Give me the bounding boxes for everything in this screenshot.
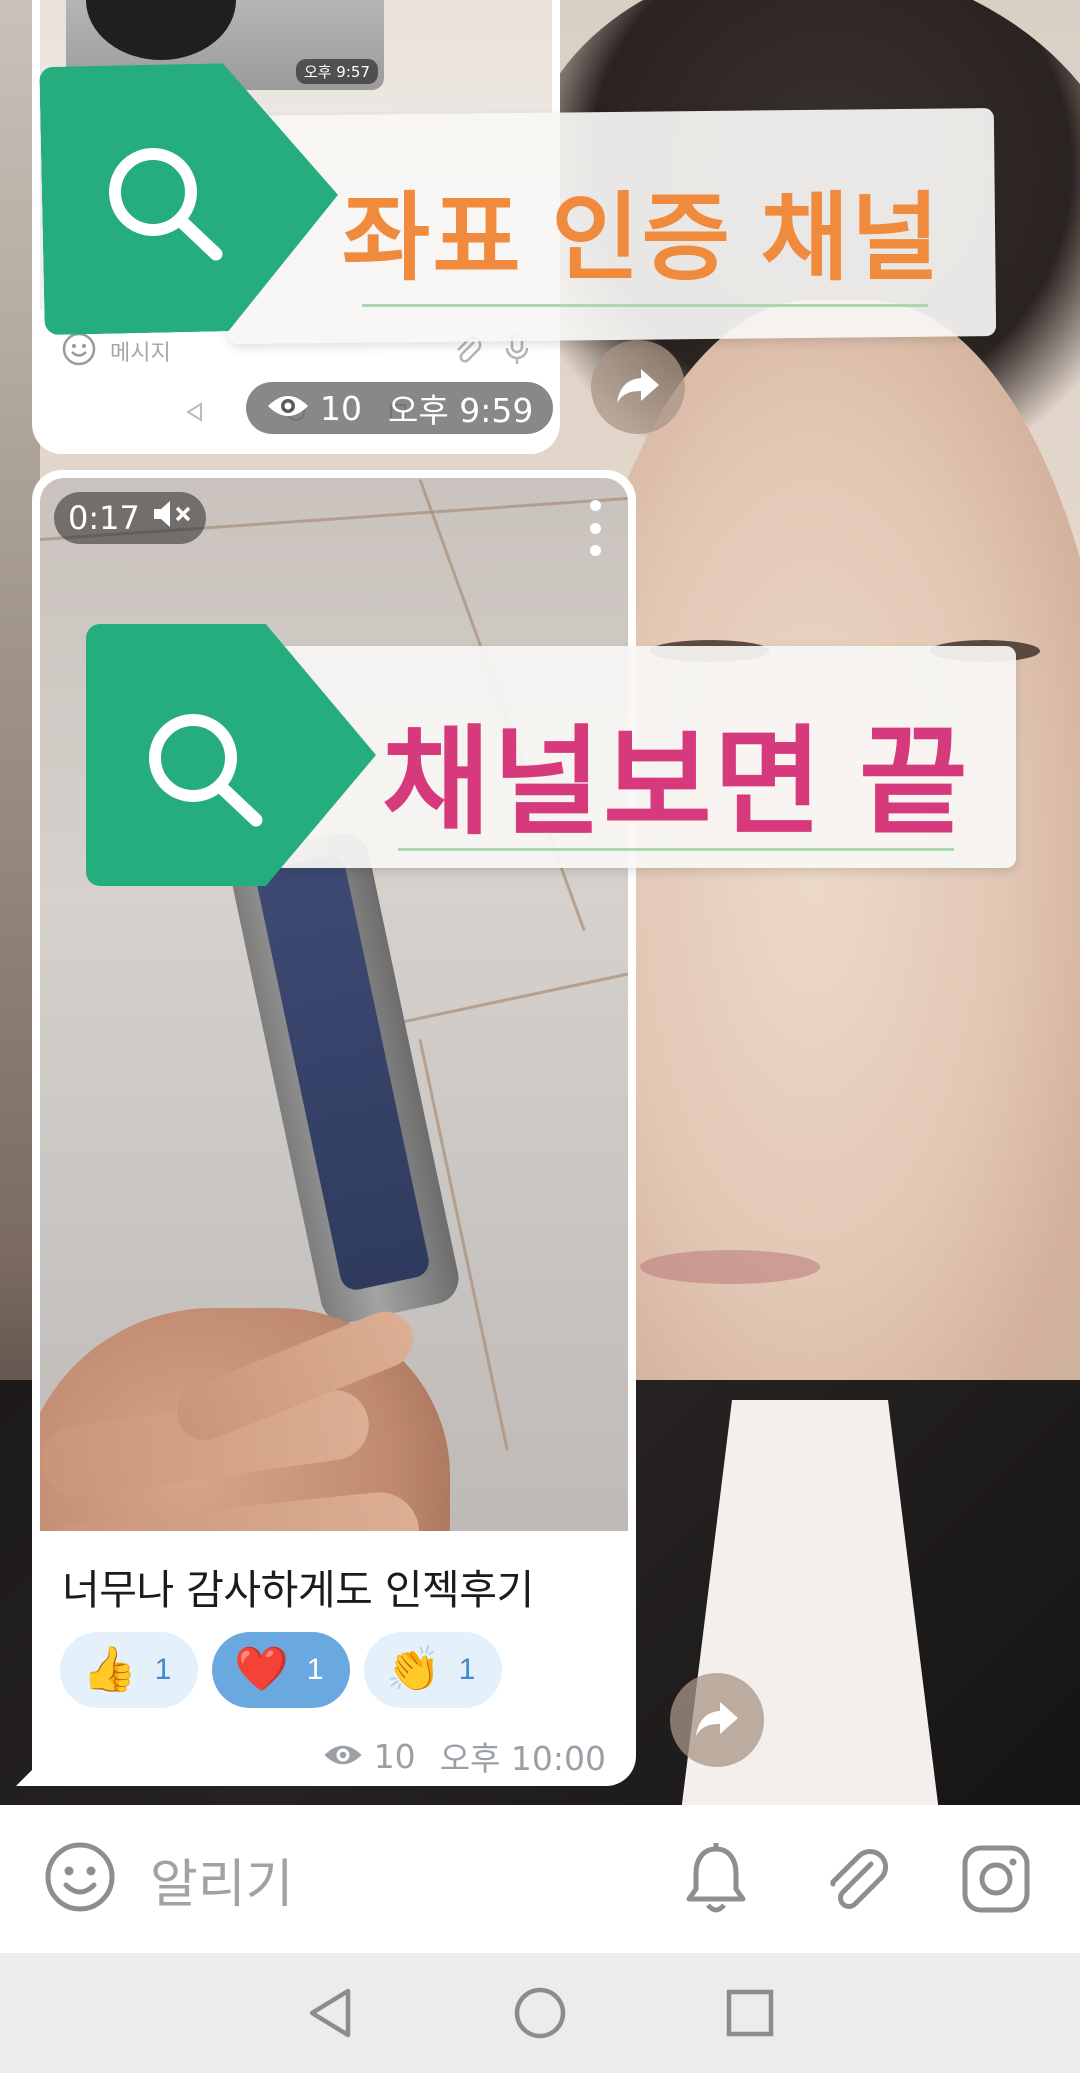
magnifier-icon: [138, 706, 278, 840]
banner-text: 좌표 인증 채널: [342, 185, 942, 292]
view-count: 10: [320, 388, 362, 428]
eye-icon: [266, 389, 310, 428]
reaction-heart[interactable]: ❤️ 1: [212, 1632, 350, 1708]
banner-underline: [362, 304, 928, 307]
wallpaper-lips: [640, 1250, 820, 1284]
camera-icon[interactable]: [956, 1839, 1036, 1919]
view-count: 10: [373, 1736, 416, 1776]
thumbs-up-icon: 👍: [82, 1644, 137, 1695]
reaction-count: 1: [154, 1653, 172, 1686]
reaction-count: 1: [458, 1653, 476, 1686]
recents-icon[interactable]: [720, 1983, 780, 2043]
wallpaper-face: [560, 300, 1080, 1550]
eye-icon: [322, 1737, 364, 1776]
promo-banner: 좌표 인증 채널: [42, 64, 997, 345]
reaction-count: 1: [306, 1653, 324, 1686]
video-menu-button[interactable]: [580, 500, 610, 556]
message-input[interactable]: 알리기: [150, 1842, 616, 1917]
reactions-row: 👍 1 ❤️ 1 👏 1: [60, 1632, 502, 1708]
back-icon[interactable]: [300, 1983, 360, 2043]
mute-icon[interactable]: [152, 498, 192, 538]
message-meta: 10 오후 10:00: [322, 1732, 606, 1780]
share-arrow-icon: [694, 1698, 740, 1742]
heart-icon: ❤️: [234, 1644, 289, 1695]
system-nav-bar: [0, 1953, 1080, 2073]
message-time: 오후 10:00: [439, 1739, 606, 1778]
paperclip-icon[interactable]: [816, 1839, 896, 1919]
share-button[interactable]: [591, 340, 685, 434]
magnifier-icon: [98, 140, 238, 274]
reaction-clap[interactable]: 👏 1: [364, 1632, 502, 1708]
video-duration-badge: 0:17: [54, 492, 206, 544]
banner-underline: [398, 848, 954, 851]
banner-text: 채널보면 끝: [382, 717, 970, 849]
message-input-bar: 알리기: [0, 1805, 1080, 1953]
video-duration: 0:17: [68, 499, 140, 537]
reaction-thumbs-up[interactable]: 👍 1: [60, 1632, 198, 1708]
share-button[interactable]: [670, 1673, 764, 1767]
home-icon[interactable]: [510, 1983, 570, 2043]
message-caption: 너무나 감사하게도 인젝후기: [62, 1566, 534, 1614]
bell-icon[interactable]: [676, 1839, 756, 1919]
share-arrow-icon: [615, 365, 661, 409]
message-meta-pill: 10 오후 9:59: [246, 382, 554, 434]
message-time: 오후 9:59: [388, 391, 534, 430]
smile-icon[interactable]: [44, 1841, 116, 1917]
promo-banner: 채널보면 끝: [86, 624, 1016, 890]
clapping-hands-icon: 👏: [386, 1644, 441, 1695]
